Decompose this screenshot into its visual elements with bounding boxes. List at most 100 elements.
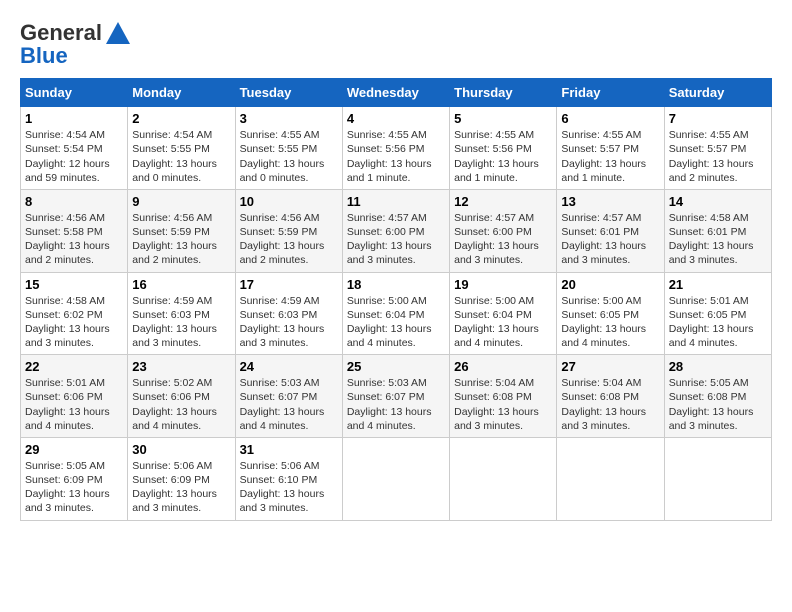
day-number: 8 bbox=[25, 194, 123, 209]
calendar-header-row: SundayMondayTuesdayWednesdayThursdayFrid… bbox=[21, 79, 772, 107]
day-number: 21 bbox=[669, 277, 767, 292]
day-info: Sunrise: 4:56 AMSunset: 5:58 PMDaylight:… bbox=[25, 211, 123, 268]
day-header-tuesday: Tuesday bbox=[235, 79, 342, 107]
calendar-week-row: 29 Sunrise: 5:05 AMSunset: 6:09 PMDayligh… bbox=[21, 437, 772, 520]
day-info: Sunrise: 5:01 AMSunset: 6:05 PMDaylight:… bbox=[669, 294, 767, 351]
calendar-cell: 6Sunrise: 4:55 AMSunset: 5:57 PMDaylight… bbox=[557, 107, 664, 190]
day-info: Sunrise: 5:00 AMSunset: 6:04 PMDaylight:… bbox=[454, 294, 552, 351]
day-info: Sunrise: 4:55 AMSunset: 5:55 PMDaylight:… bbox=[240, 128, 338, 185]
calendar-table: SundayMondayTuesdayWednesdayThursdayFrid… bbox=[20, 78, 772, 520]
day-info: Sunrise: 4:56 AMSunset: 5:59 PMDaylight:… bbox=[132, 211, 230, 268]
day-number: 27 bbox=[561, 359, 659, 374]
calendar-cell bbox=[450, 437, 557, 520]
day-number: 2 bbox=[132, 111, 230, 126]
day-number: 1 bbox=[25, 111, 123, 126]
calendar-cell: 12Sunrise: 4:57 AMSunset: 6:00 PMDayligh… bbox=[450, 189, 557, 272]
day-info: Sunrise: 5:04 AMSunset: 6:08 PMDaylight:… bbox=[561, 376, 659, 433]
day-number: 28 bbox=[669, 359, 767, 374]
day-number: 3 bbox=[240, 111, 338, 126]
day-info: Sunrise: 4:54 AMSunset: 5:55 PMDaylight:… bbox=[132, 128, 230, 185]
calendar-cell bbox=[342, 437, 449, 520]
calendar-cell: 27 Sunrise: 5:04 AMSunset: 6:08 PMDayligh… bbox=[557, 355, 664, 438]
day-info: Sunrise: 5:03 AMSunset: 6:07 PMDaylight:… bbox=[347, 376, 445, 433]
calendar-cell: 20Sunrise: 5:00 AMSunset: 6:05 PMDayligh… bbox=[557, 272, 664, 355]
day-number: 10 bbox=[240, 194, 338, 209]
day-number: 30 bbox=[132, 442, 230, 457]
day-info: Sunrise: 4:57 AMSunset: 6:00 PMDaylight:… bbox=[454, 211, 552, 268]
calendar-cell: 7 Sunrise: 4:55 AMSunset: 5:57 PMDaylight… bbox=[664, 107, 771, 190]
day-number: 23 bbox=[132, 359, 230, 374]
day-info: Sunrise: 5:03 AMSunset: 6:07 PMDaylight:… bbox=[240, 376, 338, 433]
day-number: 24 bbox=[240, 359, 338, 374]
day-info: Sunrise: 4:58 AMSunset: 6:01 PMDaylight:… bbox=[669, 211, 767, 268]
day-header-sunday: Sunday bbox=[21, 79, 128, 107]
calendar-cell: 26 Sunrise: 5:04 AMSunset: 6:08 PMDayligh… bbox=[450, 355, 557, 438]
calendar-cell: 29 Sunrise: 5:05 AMSunset: 6:09 PMDayligh… bbox=[21, 437, 128, 520]
calendar-cell: 31Sunrise: 5:06 AMSunset: 6:10 PMDayligh… bbox=[235, 437, 342, 520]
calendar-cell: 11 Sunrise: 4:57 AMSunset: 6:00 PMDayligh… bbox=[342, 189, 449, 272]
day-number: 6 bbox=[561, 111, 659, 126]
day-info: Sunrise: 4:57 AMSunset: 6:01 PMDaylight:… bbox=[561, 211, 659, 268]
calendar-week-row: 15 Sunrise: 4:58 AMSunset: 6:02 PMDayligh… bbox=[21, 272, 772, 355]
day-number: 4 bbox=[347, 111, 445, 126]
logo-general: General bbox=[20, 20, 102, 45]
day-number: 19 bbox=[454, 277, 552, 292]
day-info: Sunrise: 4:58 AMSunset: 6:02 PMDaylight:… bbox=[25, 294, 123, 351]
calendar-cell bbox=[557, 437, 664, 520]
calendar-cell: 15 Sunrise: 4:58 AMSunset: 6:02 PMDayligh… bbox=[21, 272, 128, 355]
calendar-cell: 2 Sunrise: 4:54 AMSunset: 5:55 PMDaylight… bbox=[128, 107, 235, 190]
day-number: 20 bbox=[561, 277, 659, 292]
calendar-cell: 1Sunrise: 4:54 AMSunset: 5:54 PMDaylight… bbox=[21, 107, 128, 190]
day-header-monday: Monday bbox=[128, 79, 235, 107]
calendar-cell: 22 Sunrise: 5:01 AMSunset: 6:06 PMDayligh… bbox=[21, 355, 128, 438]
day-info: Sunrise: 5:04 AMSunset: 6:08 PMDaylight:… bbox=[454, 376, 552, 433]
day-number: 7 bbox=[669, 111, 767, 126]
calendar-week-row: 1Sunrise: 4:54 AMSunset: 5:54 PMDaylight… bbox=[21, 107, 772, 190]
day-info: Sunrise: 4:55 AMSunset: 5:56 PMDaylight:… bbox=[454, 128, 552, 185]
calendar-week-row: 22 Sunrise: 5:01 AMSunset: 6:06 PMDayligh… bbox=[21, 355, 772, 438]
day-info: Sunrise: 4:55 AMSunset: 5:56 PMDaylight:… bbox=[347, 128, 445, 185]
calendar-cell: 30 Sunrise: 5:06 AMSunset: 6:09 PMDayligh… bbox=[128, 437, 235, 520]
day-info: Sunrise: 4:57 AMSunset: 6:00 PMDaylight:… bbox=[347, 211, 445, 268]
day-number: 22 bbox=[25, 359, 123, 374]
day-info: Sunrise: 4:56 AMSunset: 5:59 PMDaylight:… bbox=[240, 211, 338, 268]
calendar-cell: 24 Sunrise: 5:03 AMSunset: 6:07 PMDayligh… bbox=[235, 355, 342, 438]
day-info: Sunrise: 5:06 AMSunset: 6:10 PMDaylight:… bbox=[240, 459, 338, 516]
day-number: 13 bbox=[561, 194, 659, 209]
calendar-cell: 28 Sunrise: 5:05 AMSunset: 6:08 PMDayligh… bbox=[664, 355, 771, 438]
calendar-cell: 16 Sunrise: 4:59 AMSunset: 6:03 PMDayligh… bbox=[128, 272, 235, 355]
day-info: Sunrise: 5:00 AMSunset: 6:04 PMDaylight:… bbox=[347, 294, 445, 351]
calendar-cell: 21 Sunrise: 5:01 AMSunset: 6:05 PMDayligh… bbox=[664, 272, 771, 355]
calendar-cell bbox=[664, 437, 771, 520]
day-info: Sunrise: 5:02 AMSunset: 6:06 PMDaylight:… bbox=[132, 376, 230, 433]
day-info: Sunrise: 4:59 AMSunset: 6:03 PMDaylight:… bbox=[132, 294, 230, 351]
calendar-cell: 17Sunrise: 4:59 AMSunset: 6:03 PMDayligh… bbox=[235, 272, 342, 355]
calendar-cell: 5 Sunrise: 4:55 AMSunset: 5:56 PMDaylight… bbox=[450, 107, 557, 190]
logo: General Blue bbox=[20, 20, 134, 68]
day-number: 15 bbox=[25, 277, 123, 292]
calendar-cell: 10 Sunrise: 4:56 AMSunset: 5:59 PMDayligh… bbox=[235, 189, 342, 272]
day-number: 25 bbox=[347, 359, 445, 374]
logo-blue: Blue bbox=[20, 43, 68, 68]
day-header-friday: Friday bbox=[557, 79, 664, 107]
day-info: Sunrise: 4:55 AMSunset: 5:57 PMDaylight:… bbox=[669, 128, 767, 185]
day-number: 16 bbox=[132, 277, 230, 292]
calendar-cell: 19 Sunrise: 5:00 AMSunset: 6:04 PMDayligh… bbox=[450, 272, 557, 355]
day-header-thursday: Thursday bbox=[450, 79, 557, 107]
day-number: 17 bbox=[240, 277, 338, 292]
day-info: Sunrise: 5:01 AMSunset: 6:06 PMDaylight:… bbox=[25, 376, 123, 433]
calendar-cell: 23 Sunrise: 5:02 AMSunset: 6:06 PMDayligh… bbox=[128, 355, 235, 438]
day-header-wednesday: Wednesday bbox=[342, 79, 449, 107]
day-number: 11 bbox=[347, 194, 445, 209]
day-number: 5 bbox=[454, 111, 552, 126]
day-number: 9 bbox=[132, 194, 230, 209]
calendar-cell: 18 Sunrise: 5:00 AMSunset: 6:04 PMDayligh… bbox=[342, 272, 449, 355]
day-number: 29 bbox=[25, 442, 123, 457]
day-info: Sunrise: 5:05 AMSunset: 6:09 PMDaylight:… bbox=[25, 459, 123, 516]
day-info: Sunrise: 5:05 AMSunset: 6:08 PMDaylight:… bbox=[669, 376, 767, 433]
calendar-cell: 25 Sunrise: 5:03 AMSunset: 6:07 PMDayligh… bbox=[342, 355, 449, 438]
day-number: 18 bbox=[347, 277, 445, 292]
day-number: 26 bbox=[454, 359, 552, 374]
day-info: Sunrise: 5:06 AMSunset: 6:09 PMDaylight:… bbox=[132, 459, 230, 516]
day-header-saturday: Saturday bbox=[664, 79, 771, 107]
